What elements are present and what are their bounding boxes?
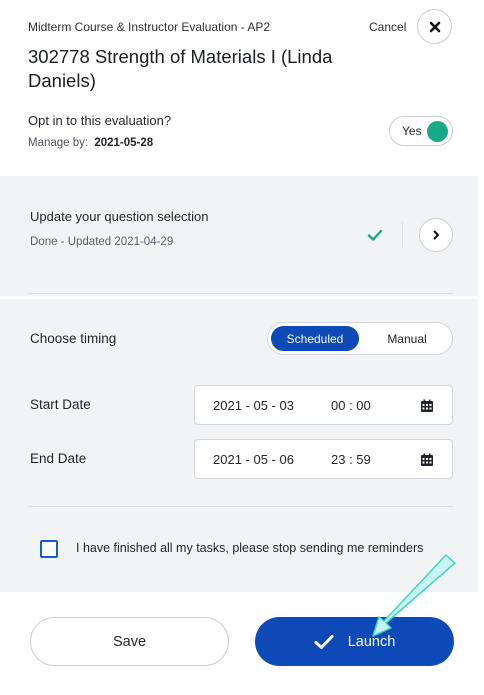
stop-reminders-label[interactable]: I have finished all my tasks, please sto… (76, 541, 423, 555)
check-icon (314, 634, 334, 649)
calendar-icon[interactable] (420, 453, 434, 467)
calendar-icon[interactable] (420, 399, 434, 413)
chevron-right-icon (433, 230, 439, 240)
course-title: 302778 Strength of Materials I (Linda Da… (28, 46, 333, 91)
close-button[interactable] (417, 9, 452, 44)
timing-segmented-control: Scheduled Manual (267, 322, 453, 355)
check-icon (367, 229, 383, 241)
divider (28, 293, 453, 294)
timing-option-scheduled[interactable]: Scheduled (271, 326, 359, 351)
end-time-value: 23 : 59 (331, 452, 371, 467)
optin-question: Opt in to this evaluation? (28, 113, 172, 128)
end-date-value: 2021 - 05 - 06 (213, 452, 294, 467)
start-date-value: 2021 - 05 - 03 (213, 398, 294, 413)
end-date-input[interactable]: 2021 - 05 - 06 23 : 59 (194, 439, 453, 479)
manage-by: Manage by: 2021-05-28 (28, 137, 153, 149)
stop-reminders-checkbox[interactable] (40, 540, 58, 558)
evaluation-name: Midterm Course & Instructor Evaluation -… (28, 20, 271, 34)
cancel-link[interactable]: Cancel (369, 20, 406, 34)
toggle-knob (427, 121, 448, 142)
divider (402, 222, 403, 248)
question-selection-status: Done - Updated 2021-04-29 (30, 236, 174, 248)
timing-option-manual[interactable]: Manual (364, 326, 450, 351)
close-icon (429, 21, 440, 32)
divider (28, 506, 453, 507)
question-selection-title: Update your question selection (30, 209, 209, 224)
optin-toggle-label: Yes (402, 124, 422, 138)
timing-label: Choose timing (30, 331, 117, 346)
end-date-label: End Date (30, 451, 87, 466)
start-date-label: Start Date (30, 397, 91, 412)
start-time-value: 00 : 00 (331, 398, 371, 413)
optin-toggle[interactable]: Yes (389, 116, 453, 146)
manage-by-label: Manage by: (28, 137, 89, 149)
question-selection-open-button[interactable] (419, 218, 453, 252)
header: Midterm Course & Instructor Evaluation -… (0, 0, 484, 176)
scrollbar-track (478, 0, 484, 695)
section-gap (0, 296, 478, 299)
evaluation-panel: Midterm Course & Instructor Evaluation -… (0, 0, 484, 695)
launch-button[interactable]: Launch (255, 617, 454, 666)
manage-by-date: 2021-05-28 (94, 137, 154, 149)
save-button[interactable]: Save (30, 617, 229, 666)
launch-label: Launch (347, 633, 396, 650)
start-date-input[interactable]: 2021 - 05 - 03 00 : 00 (194, 385, 453, 425)
